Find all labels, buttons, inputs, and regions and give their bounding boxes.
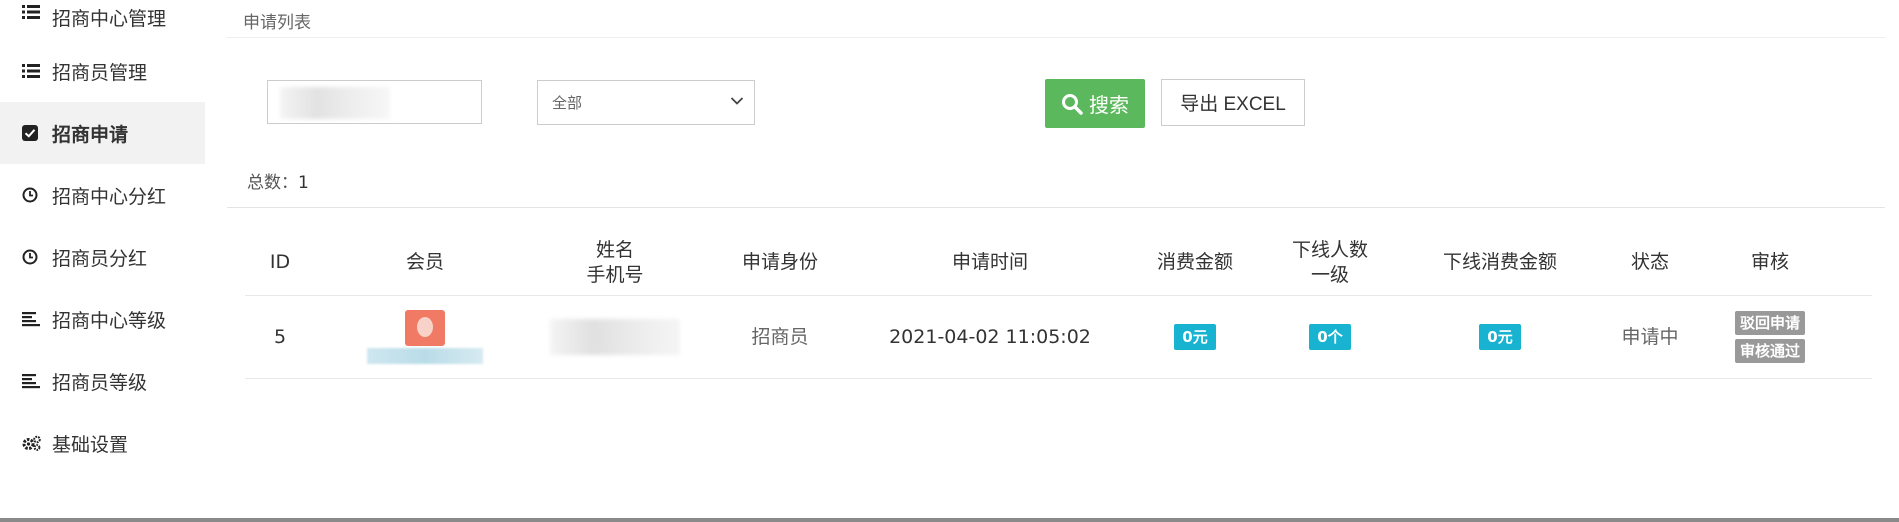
- sidebar-item-label: 招商申请: [52, 123, 129, 146]
- list-icon: [22, 63, 52, 79]
- header-audit: 审核: [1750, 251, 1789, 273]
- status-select[interactable]: 全部: [537, 80, 755, 125]
- cell-status: 申请中: [1621, 325, 1679, 348]
- header-time: 申请时间: [951, 251, 1028, 273]
- header-downline-count: 下线人数: [1291, 238, 1368, 261]
- search-button[interactable]: 搜索: [1045, 79, 1145, 128]
- sidebar-item-label: 招商员等级: [52, 371, 148, 394]
- sidebar-item-label: 招商中心等级: [52, 309, 167, 332]
- header-phone: 手机号: [586, 263, 644, 286]
- cell-role: 招商员: [751, 325, 809, 348]
- applications-table: ID 会员 姓名 手机号 申请身份 申请时间 消费金额 下线人数 一级 下线消费…: [245, 230, 1872, 379]
- redacted-name-phone: [550, 319, 680, 355]
- search-button-label: 搜索: [1089, 95, 1129, 117]
- header-status: 状态: [1630, 251, 1669, 273]
- table-header: ID 会员 姓名 手机号 申请身份 申请时间 消费金额 下线人数 一级 下线消费…: [245, 230, 1872, 296]
- header-name-phone: 姓名 手机号: [530, 230, 700, 295]
- sidebar-item-center-dividend[interactable]: 招商中心分红: [0, 164, 205, 226]
- spend-badge: 0元: [1174, 324, 1216, 350]
- page-title: 申请列表: [243, 13, 311, 33]
- sidebar-item-recruiter-management[interactable]: 招商员管理: [0, 40, 205, 102]
- table-row: 5 招商员 2021-04-02 11:05:02 0元 0个 0元 申请中 驳…: [245, 296, 1872, 379]
- header-downline-level: 一级: [1310, 263, 1349, 286]
- sidebar-item-recruiter-level[interactable]: 招商员等级: [0, 350, 205, 412]
- clock-icon: [22, 249, 52, 265]
- redacted-input-text: [280, 87, 390, 119]
- total-value: 1: [298, 173, 309, 193]
- cell-audit: 驳回申请 审核通过: [1705, 296, 1835, 378]
- chevron-down-icon: [730, 94, 744, 110]
- sidebar-item-label: 招商中心分红: [52, 185, 167, 208]
- divider: [227, 37, 1885, 38]
- header-member: 会员: [405, 251, 444, 273]
- avatar: [405, 310, 445, 346]
- total-count: 总数：1: [247, 168, 309, 193]
- list-icon: [22, 4, 52, 20]
- cell-id: 5: [273, 325, 287, 348]
- reject-button[interactable]: 驳回申请: [1734, 311, 1805, 335]
- align-left-icon: [22, 311, 52, 327]
- cell-time: 2021-04-02 11:05:02: [889, 325, 1091, 348]
- sidebar-item-label: 招商员管理: [52, 61, 148, 84]
- export-excel-button[interactable]: 导出 EXCEL: [1161, 79, 1305, 126]
- redacted-member-name: [367, 348, 483, 364]
- divider: [227, 207, 1885, 208]
- cell-spend: 0元: [1135, 296, 1255, 378]
- header-spend: 消费金额: [1156, 251, 1233, 273]
- sidebar-item-label: 招商员分红: [52, 247, 148, 270]
- align-left-icon: [22, 373, 52, 389]
- checkbox-icon: [22, 125, 52, 141]
- status-select-value: 全部: [552, 94, 583, 112]
- header-name: 姓名: [595, 238, 634, 261]
- bottom-border: [0, 518, 1899, 522]
- sidebar: 招商中心管理 招商员管理 招商申请 招商中心分红 招商员分红 招商中心等级 招商…: [0, 0, 205, 518]
- downline-badge: 0个: [1309, 324, 1351, 350]
- cell-downline: 0个: [1270, 296, 1390, 378]
- sidebar-item-merchant-center-management[interactable]: 招商中心管理: [0, 0, 205, 40]
- cell-member: [340, 296, 510, 378]
- sidebar-item-recruiter-dividend[interactable]: 招商员分红: [0, 226, 205, 288]
- search-icon: [1061, 93, 1083, 115]
- cell-name-phone: [530, 296, 700, 378]
- sidebar-item-label: 基础设置: [52, 433, 129, 456]
- search-input[interactable]: [267, 80, 482, 124]
- header-downline: 下线人数 一级: [1270, 230, 1390, 295]
- downline-spend-badge: 0元: [1479, 324, 1521, 350]
- main-panel: 申请列表 全部 搜索 导出 EXCEL 总数：1 ID 会员 姓名 手机号 申请…: [205, 0, 1899, 518]
- sidebar-item-label: 招商中心管理: [52, 8, 167, 30]
- gears-icon: [22, 435, 52, 451]
- cell-downline-spend: 0元: [1405, 296, 1595, 378]
- sidebar-item-center-level[interactable]: 招商中心等级: [0, 288, 205, 350]
- sidebar-item-merchant-application[interactable]: 招商申请: [0, 102, 205, 164]
- total-label: 总数：: [247, 173, 298, 193]
- sidebar-item-basic-settings[interactable]: 基础设置: [0, 412, 205, 474]
- header-id: ID: [269, 251, 291, 273]
- approve-button[interactable]: 审核通过: [1734, 339, 1805, 363]
- header-role: 申请身份: [741, 251, 818, 273]
- header-downline-spend: 下线消费金额: [1442, 251, 1557, 273]
- clock-icon: [22, 187, 52, 203]
